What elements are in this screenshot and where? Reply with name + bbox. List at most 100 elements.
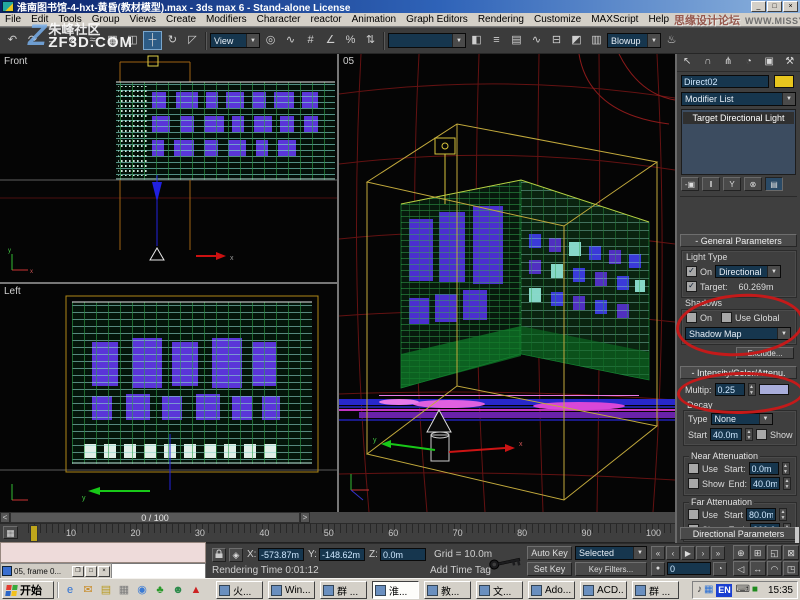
task-jiaocai[interactable]: 教... [424,581,471,599]
curve-editor-icon[interactable]: ∿ [527,31,546,50]
antivirus-icon[interactable]: ♣ [152,582,168,598]
menu-item[interactable]: File [0,14,26,25]
previous-frame-button[interactable]: ‹ [666,546,680,560]
antivirus-tray-icon[interactable]: ■ [752,583,758,597]
task-max-active[interactable]: 淮... [372,581,419,599]
mail-icon[interactable]: ✉ [80,582,96,598]
motion-tab[interactable]: ◔ [739,54,760,71]
select-and-scale-icon[interactable]: ◸ [183,31,202,50]
near-start-spinner[interactable]: ▲▼ [782,462,790,475]
ie-icon[interactable]: e [62,582,78,598]
menu-item[interactable]: Character [252,14,306,25]
start-button[interactable]: 开始 [2,581,54,599]
make-unique-icon[interactable]: Y [723,177,741,191]
decay-start-spinner[interactable]: ▲▼ [745,428,753,441]
min-max-toggle-icon[interactable]: ◳ [783,561,799,576]
close-button[interactable]: × [783,1,798,12]
material-editor-icon[interactable]: ◩ [567,31,586,50]
modify-tab[interactable]: ∩ [698,54,719,71]
selection-lock-toggle[interactable] [212,548,226,562]
create-tab[interactable]: ↖ [677,54,698,71]
time-slider-prev-button[interactable]: < [0,512,10,523]
select-and-link-icon[interactable]: ⊃ [43,31,62,50]
use-pivot-center-icon[interactable]: ◎ [261,31,280,50]
time-configuration-button[interactable]: ◔ [713,562,727,576]
select-and-manipulate-icon[interactable]: ∿ [281,31,300,50]
track-bar[interactable]: ▦ 102030405060708090100 [0,524,675,543]
near-end-spinner[interactable]: ▲▼ [783,477,791,490]
light-color-swatch-small[interactable] [759,384,789,395]
snaps-toggle-icon[interactable]: # [301,31,320,50]
modifier-stack-item[interactable]: Target Directional Light [683,112,794,124]
light-color-swatch[interactable] [774,75,794,88]
spinner-snap-icon[interactable]: ⇅ [361,31,380,50]
set-key-button[interactable]: Set Key [527,562,572,576]
vfb-restore-button[interactable]: ❐ [72,566,84,577]
time-slider-frame-marker[interactable] [30,525,38,542]
absolute-mode-button[interactable]: ◈ [229,548,243,562]
menu-item[interactable]: Graph Editors [401,14,473,25]
menu-item[interactable]: Tools [53,14,86,25]
zoom-extents-icon[interactable]: ◱ [767,545,783,560]
z-coordinate-field[interactable] [380,548,426,561]
arc-rotate-icon[interactable]: ◠ [767,561,783,576]
task-huohu[interactable]: 火... [216,581,263,599]
menu-item[interactable]: Edit [26,14,53,25]
time-slider-next-button[interactable]: > [300,512,310,523]
task-acdsee[interactable]: ACD... [580,581,627,599]
targeted-checkbox[interactable]: ✓ [686,281,697,292]
decay-show-checkbox[interactable] [756,429,767,440]
left-viewport[interactable]: y Left [0,284,337,512]
notes-icon[interactable]: ▤ [98,582,114,598]
select-and-rotate-icon[interactable]: ↻ [163,31,182,50]
near-start-field[interactable] [749,462,779,475]
hierarchy-tab[interactable]: ⋔ [718,54,739,71]
play-button[interactable]: ▶ [681,546,695,560]
mini-curve-editor-button[interactable]: ▦ [3,526,18,539]
rollout-general-parameters[interactable]: - General Parameters [680,234,797,247]
display-tab[interactable]: ▣ [759,54,780,71]
rollout-directional-parameters[interactable]: Directional Parameters [680,527,797,540]
menu-item[interactable]: Customize [529,14,586,25]
field-of-view-icon[interactable]: ◁ [733,561,749,576]
layer-manager-icon[interactable]: ▤ [507,31,526,50]
x-coordinate-field[interactable] [258,548,304,561]
menu-item[interactable]: Modifiers [201,14,252,25]
remove-modifier-icon[interactable]: ⊗ [744,177,762,191]
add-time-tag[interactable]: Add Time Tag [430,565,491,576]
maxscript-mini-listener[interactable] [0,542,206,563]
multiplier-spinner[interactable]: ▲▼ [748,383,756,396]
decay-type-dropdown[interactable]: None ▼ [711,413,773,425]
window-crossing-icon[interactable]: ◫ [123,31,142,50]
go-to-end-button[interactable]: » [711,546,725,560]
minimize-button[interactable]: _ [751,1,766,12]
menu-item[interactable]: Views [125,14,162,25]
maxscript-listener-input[interactable] [112,563,206,579]
far-start-field[interactable] [746,508,776,521]
select-and-move-icon[interactable]: ┼ [143,31,162,50]
image-viewer-icon[interactable]: ▦ [116,582,132,598]
shadows-on-checkbox[interactable] [686,312,697,323]
pin-stack-icon[interactable]: -▣ [681,177,699,191]
light-type-dropdown[interactable]: Directional ▼ [715,265,781,278]
far-start-spinner[interactable]: ▲▼ [779,508,787,521]
rollout-intensity[interactable]: - Intensity/Color/Attenu. [680,366,797,379]
language-indicator[interactable]: EN [716,584,732,597]
mirror-icon[interactable]: ◧ [467,31,486,50]
light-on-checkbox[interactable]: ✓ [686,266,697,277]
vfb-close-button[interactable]: × [98,566,110,577]
key-filters-button[interactable]: Key Filters... [575,562,647,576]
maximize-button[interactable]: □ [767,1,782,12]
next-frame-button[interactable]: › [696,546,710,560]
menu-item[interactable]: Rendering [473,14,529,25]
auto-key-button[interactable]: Auto Key [527,546,572,560]
current-frame-field[interactable] [667,562,711,575]
bind-to-spacewarp-icon[interactable]: ≈ [83,31,102,50]
shadow-type-dropdown[interactable]: Shadow Map ▼ [685,327,791,340]
key-mode-toggle-button[interactable]: ● [651,562,665,576]
viewport-label-front[interactable]: Front [4,56,27,67]
keyboard-icon[interactable]: ⌨ [735,583,749,597]
menu-item[interactable]: Create [161,14,201,25]
qq-icon[interactable]: ☻ [170,582,186,598]
zoom-extents-all-icon[interactable]: ⊠ [783,545,799,560]
